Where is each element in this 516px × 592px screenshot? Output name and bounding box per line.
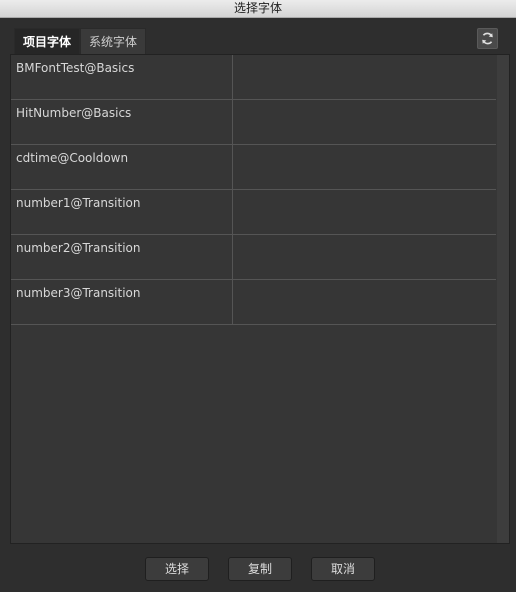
vertical-scrollbar[interactable] (497, 55, 509, 543)
font-name: number1@Transition (11, 190, 233, 234)
window-title: 选择字体 (0, 0, 516, 18)
font-name: HitNumber@Basics (11, 100, 233, 144)
cancel-button[interactable]: 取消 (311, 557, 375, 581)
font-preview (234, 280, 496, 324)
tab-project-fonts[interactable]: 项目字体 (14, 28, 81, 54)
font-name: number2@Transition (11, 235, 233, 279)
copy-button[interactable]: 复制 (228, 557, 292, 581)
font-list-panel: BMFontTest@Basics HitNumber@Basics cdtim… (10, 54, 510, 544)
refresh-button[interactable] (477, 28, 498, 49)
tab-bar: 项目字体 系统字体 (14, 28, 147, 54)
font-name: BMFontTest@Basics (11, 55, 233, 99)
refresh-icon (482, 32, 493, 45)
font-row[interactable]: number1@Transition (11, 190, 496, 235)
select-button[interactable]: 选择 (145, 557, 209, 581)
font-preview (234, 235, 496, 279)
font-preview (234, 190, 496, 234)
font-preview (234, 145, 496, 189)
font-row[interactable]: HitNumber@Basics (11, 100, 496, 145)
font-name: number3@Transition (11, 280, 233, 324)
font-row[interactable]: number2@Transition (11, 235, 496, 280)
font-row[interactable]: cdtime@Cooldown (11, 145, 496, 190)
font-preview (234, 100, 496, 144)
font-row[interactable]: BMFontTest@Basics (11, 55, 496, 100)
font-row[interactable]: number3@Transition (11, 280, 496, 325)
tab-system-fonts[interactable]: 系统字体 (80, 28, 147, 54)
font-preview (234, 55, 496, 99)
font-name: cdtime@Cooldown (11, 145, 233, 189)
